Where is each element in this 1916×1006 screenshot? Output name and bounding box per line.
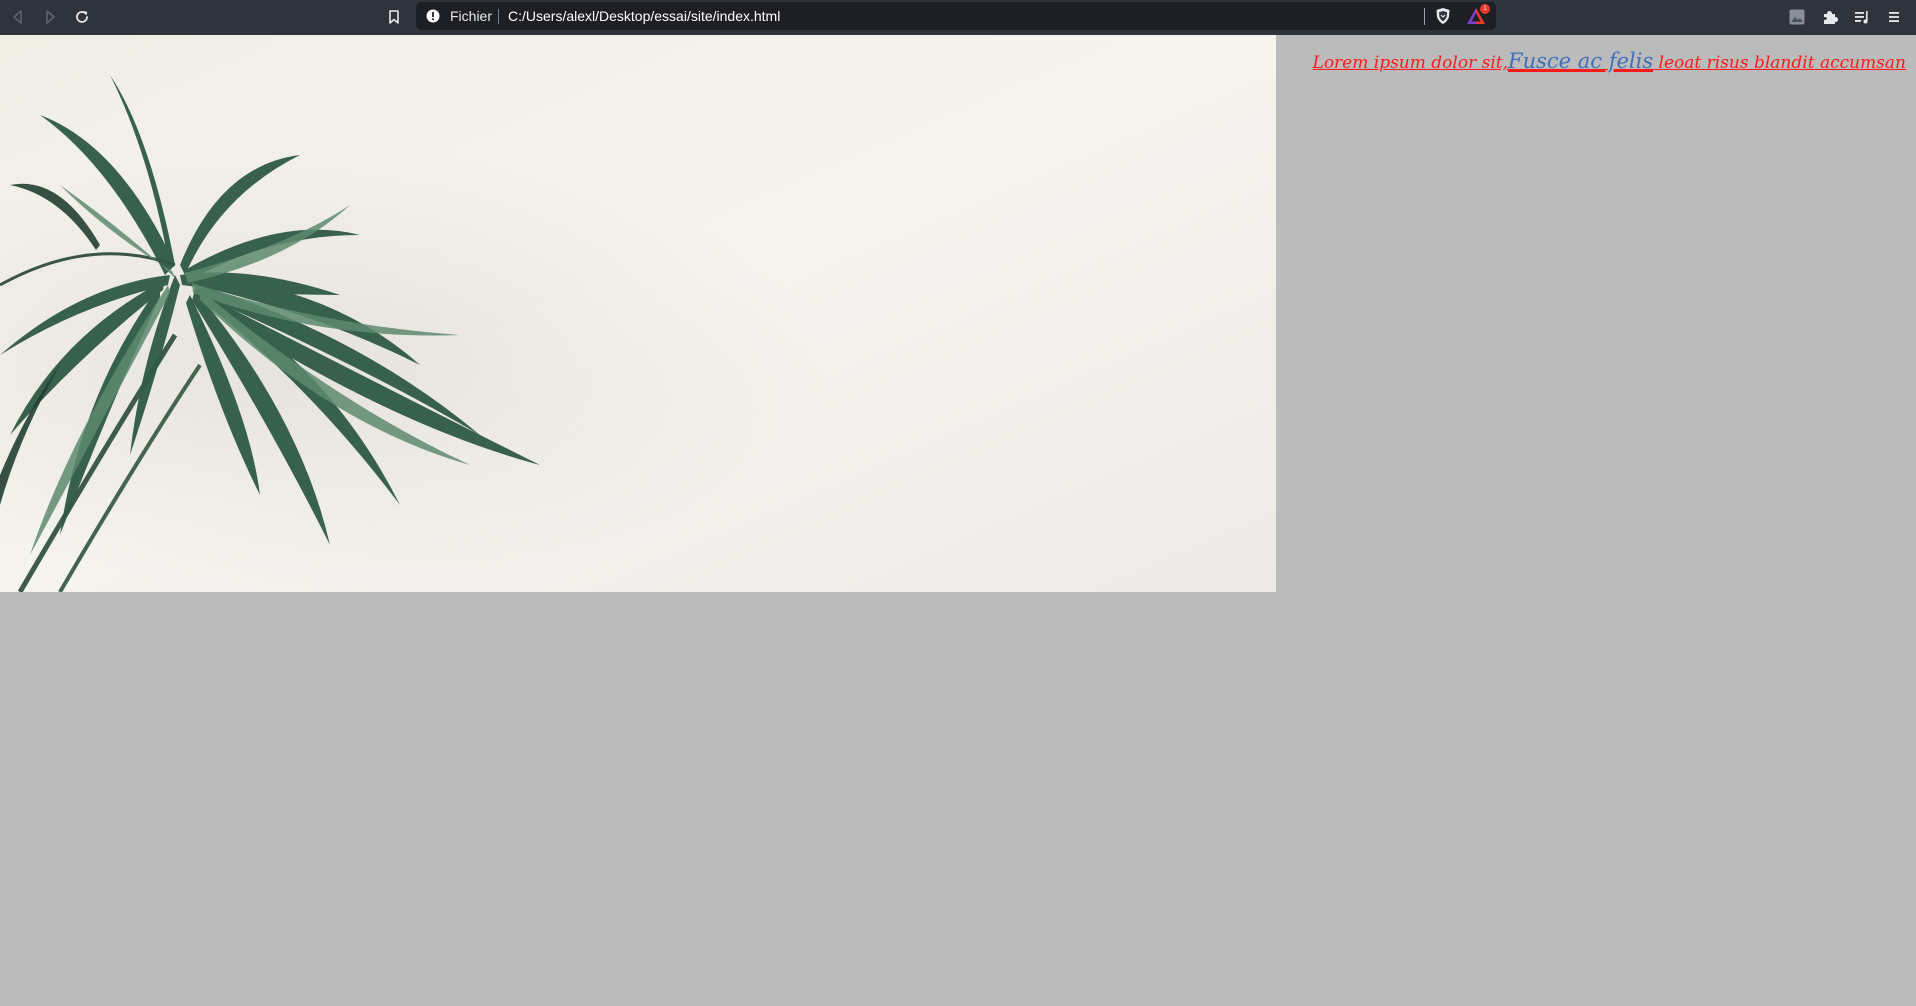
headline-text: Lorem ipsum dolor sit,Fusce ac felis leo… — [1313, 49, 1906, 73]
playlist-icon — [1855, 11, 1868, 24]
address-bar[interactable]: Fichier C:/Users/alexl/Desktop/essai/sit… — [416, 2, 1496, 30]
headline-text-after: leoat risus blandit accumsan — [1653, 53, 1907, 73]
reload-icon — [76, 11, 88, 23]
back-button[interactable] — [6, 5, 30, 29]
puzzle-piece-icon — [1824, 11, 1838, 24]
playlist-button[interactable] — [1850, 5, 1874, 29]
web-page: Lorem ipsum dolor sit,Fusce ac felis leo… — [0, 35, 1916, 1006]
headline-link[interactable]: Fusce ac felis — [1508, 49, 1653, 73]
url-right-divider — [1424, 8, 1425, 25]
back-arrow-icon — [13, 10, 22, 24]
bookmark-button[interactable] — [382, 5, 406, 29]
forward-button[interactable] — [38, 5, 62, 29]
hamburger-menu-icon — [1889, 12, 1899, 22]
main-menu-button[interactable] — [1882, 5, 1906, 29]
extensions-button[interactable] — [1818, 5, 1842, 29]
url-scheme-label: Fichier — [450, 8, 493, 24]
brave-shields-icon[interactable] — [1434, 7, 1452, 25]
profile-image-icon — [1789, 9, 1805, 25]
site-info-icon[interactable] — [426, 9, 440, 23]
palm-leaves-image-icon — [0, 35, 1276, 592]
url-text[interactable]: C:/Users/alexl/Desktop/essai/site/index.… — [508, 8, 780, 24]
browser-toolbar: Fichier C:/Users/alexl/Desktop/essai/sit… — [0, 0, 1916, 35]
hero-image — [0, 35, 1276, 592]
url-divider — [498, 9, 499, 24]
profile-button[interactable] — [1785, 5, 1809, 29]
rewards-badge: 1 — [1480, 4, 1490, 14]
headline-text-before: Lorem ipsum dolor sit, — [1312, 53, 1508, 73]
reload-button[interactable] — [70, 5, 94, 29]
bookmark-icon — [389, 10, 399, 24]
forward-arrow-icon — [46, 10, 55, 24]
